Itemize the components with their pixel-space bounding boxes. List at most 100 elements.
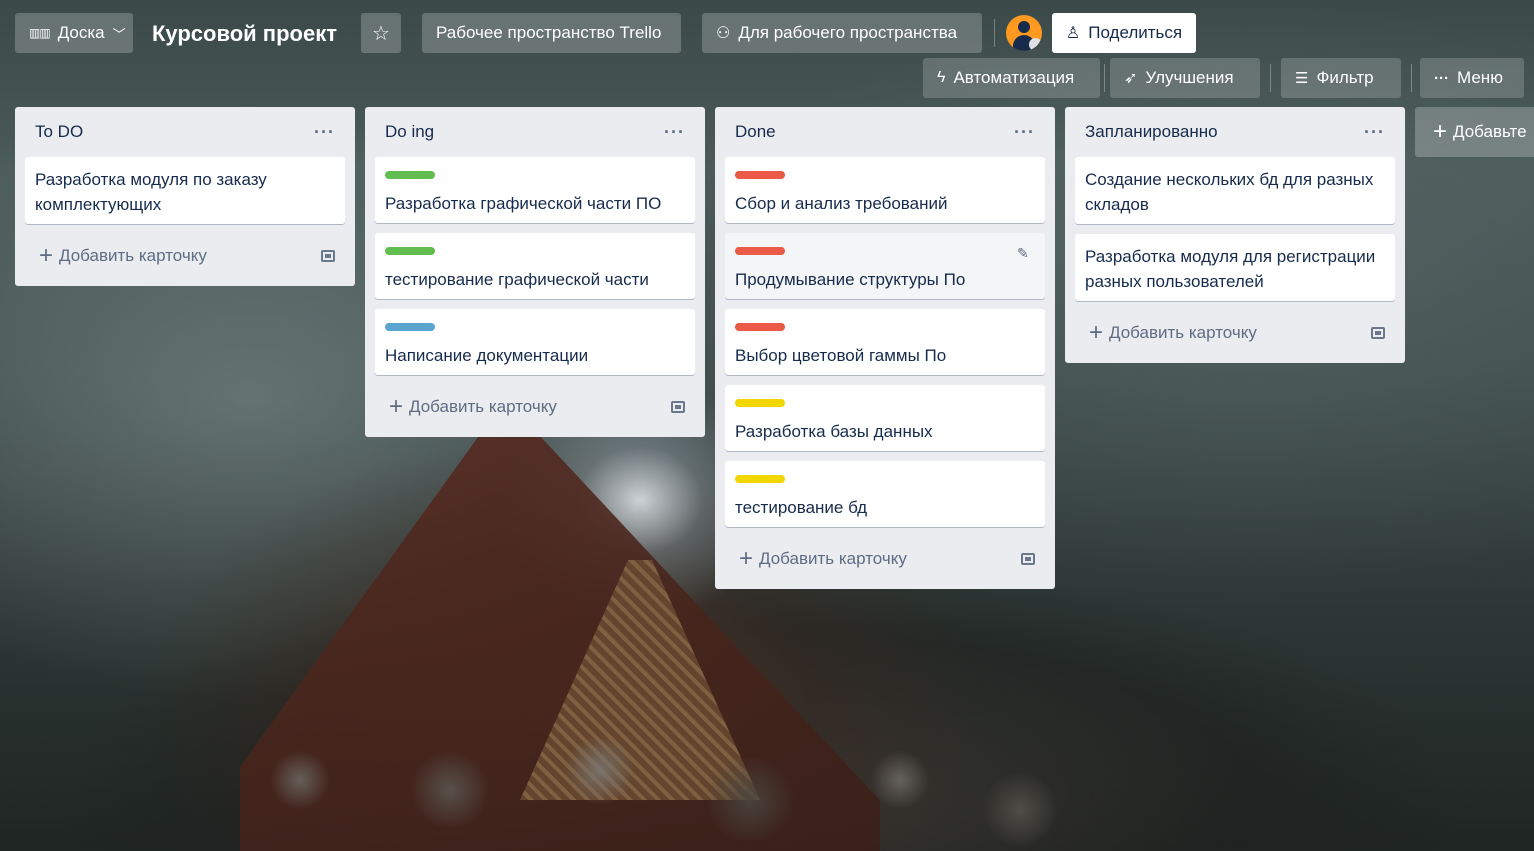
card-label-yellow[interactable]	[735, 475, 785, 483]
card-title: Написание документации	[385, 346, 589, 365]
card[interactable]: Выбор цветовой гаммы По	[725, 309, 1045, 375]
list-header: To DO ···	[25, 107, 345, 157]
add-list-button[interactable]: + Добавьте	[1415, 107, 1534, 157]
card[interactable]: Написание документации	[375, 309, 695, 375]
menu-label: Меню	[1457, 68, 1503, 87]
view-switcher-button[interactable]: ▥▥ Доска ﹀	[15, 13, 133, 53]
board-view-icon: ▥▥	[29, 26, 51, 40]
powerups-button[interactable]: ➶ Улучшения	[1110, 58, 1260, 98]
view-switcher-label: Доска	[57, 23, 105, 42]
powerups-label: Улучшения	[1145, 68, 1234, 87]
card-template-icon[interactable]	[321, 250, 335, 262]
member-avatar[interactable]	[1006, 15, 1042, 51]
card-template-icon[interactable]	[671, 401, 685, 413]
card[interactable]: Сбор и анализ требований	[725, 157, 1045, 223]
card-label-blue[interactable]	[385, 323, 435, 331]
list-title[interactable]: Done	[735, 122, 776, 142]
plus-icon: +	[39, 242, 54, 269]
list-title[interactable]: To DO	[35, 122, 83, 142]
add-card-button[interactable]: + Добавить карточку	[725, 537, 1045, 581]
filter-label: Фильтр	[1316, 68, 1374, 87]
add-card-button[interactable]: + Добавить карточку	[375, 385, 695, 429]
header-divider	[1411, 64, 1412, 92]
plus-icon: +	[739, 545, 754, 572]
automation-label: Автоматизация	[953, 68, 1075, 87]
more-icon: ···	[1434, 69, 1449, 87]
automation-button[interactable]: ϟ Автоматизация	[923, 58, 1100, 98]
add-card-label: Добавить карточку	[59, 246, 207, 265]
star-icon: ☆	[372, 22, 390, 45]
card-title: Разработка графической части ПО	[385, 194, 662, 213]
share-button[interactable]: ♙ Поделиться	[1052, 13, 1196, 53]
list-header: Do ing ···	[375, 107, 695, 157]
header-divider	[994, 19, 995, 47]
card-label-red[interactable]	[735, 247, 785, 255]
add-card-label: Добавить карточку	[1109, 323, 1257, 342]
card[interactable]: Продумывание структуры По ✎	[725, 233, 1045, 299]
pencil-icon[interactable]: ✎	[1017, 245, 1033, 261]
list-title[interactable]: Запланированно	[1085, 122, 1218, 142]
visibility-label: Для рабочего пространства	[738, 23, 958, 42]
card-title: Разработка модуля для регистрации разных…	[1085, 247, 1376, 291]
workspace-visibility-icon: ⚇	[716, 25, 731, 42]
list-doing: Do ing ··· Разработка графической части …	[365, 107, 705, 437]
card-title: Создание нескольких бд для разных складо…	[1085, 170, 1374, 214]
more-icon[interactable]: ···	[664, 122, 685, 143]
background-rocks	[200, 720, 1100, 851]
add-card-button[interactable]: + Добавить карточку	[25, 234, 345, 278]
lightning-icon: ϟ	[937, 69, 946, 86]
card[interactable]: Разработка модуля для регистрации разных…	[1075, 234, 1395, 301]
card-title: тестирование графической части	[385, 270, 649, 289]
list-header: Done ···	[725, 107, 1045, 157]
more-icon[interactable]: ···	[1364, 122, 1385, 143]
card-template-icon[interactable]	[1021, 553, 1035, 565]
add-member-icon: ♙	[1065, 25, 1081, 42]
filter-button[interactable]: ☰ Фильтр	[1281, 58, 1401, 98]
workspace-button[interactable]: Рабочее пространство Trello	[422, 13, 681, 53]
chevron-down-icon: ﹀	[112, 26, 126, 42]
card-label-red[interactable]	[735, 171, 785, 179]
card-label-red[interactable]	[735, 323, 785, 331]
list-todo: To DO ··· Разработка модуля по заказу ко…	[15, 107, 355, 286]
more-icon[interactable]: ···	[314, 122, 335, 143]
card-title: тестирование бд	[735, 498, 867, 517]
card[interactable]: Разработка базы данных	[725, 385, 1045, 451]
star-button[interactable]: ☆	[361, 13, 401, 53]
add-card-button[interactable]: + Добавить карточку	[1075, 311, 1395, 355]
menu-button[interactable]: ··· Меню	[1420, 58, 1524, 98]
list-planned: Запланированно ··· Создание нескольких б…	[1065, 107, 1405, 363]
card-label-green[interactable]	[385, 171, 435, 179]
card-title: Выбор цветовой гаммы По	[735, 346, 947, 365]
card[interactable]: Создание нескольких бд для разных складо…	[1075, 157, 1395, 224]
more-icon[interactable]: ···	[1014, 122, 1035, 143]
add-card-label: Добавить карточку	[759, 549, 907, 568]
card-title: Разработка модуля по заказу комплектующи…	[35, 170, 267, 214]
card-template-icon[interactable]	[1371, 327, 1385, 339]
admin-badge-icon	[1029, 38, 1042, 51]
workspace-label: Рабочее пространство Trello	[436, 23, 662, 42]
card-label-yellow[interactable]	[735, 399, 785, 407]
board-title[interactable]: Курсовой проект	[152, 18, 337, 50]
card-title: Сбор и анализ требований	[735, 194, 948, 213]
card-label-green[interactable]	[385, 247, 435, 255]
header-divider	[1104, 64, 1105, 92]
plus-icon: +	[1089, 319, 1104, 346]
card-title: Продумывание структуры По	[735, 270, 966, 289]
card-title: Разработка базы данных	[735, 422, 933, 441]
card[interactable]: тестирование графической части	[375, 233, 695, 299]
rocket-icon: ➶	[1124, 70, 1138, 87]
add-list-label: Добавьте	[1453, 122, 1527, 141]
share-label: Поделиться	[1088, 23, 1183, 42]
plus-icon: +	[1433, 118, 1448, 145]
header-divider	[1270, 64, 1271, 92]
visibility-button[interactable]: ⚇ Для рабочего пространства	[702, 13, 982, 53]
filter-icon: ☰	[1295, 70, 1309, 87]
card[interactable]: Разработка модуля по заказу комплектующи…	[25, 157, 345, 224]
card[interactable]: Разработка графической части ПО	[375, 157, 695, 223]
plus-icon: +	[389, 393, 404, 420]
add-card-label: Добавить карточку	[409, 397, 557, 416]
card[interactable]: тестирование бд	[725, 461, 1045, 527]
list-title[interactable]: Do ing	[385, 122, 434, 142]
list-header: Запланированно ···	[1075, 107, 1395, 157]
board-header: ▥▥ Доска ﹀ Курсовой проект ☆ Рабочее про…	[0, 0, 1534, 100]
